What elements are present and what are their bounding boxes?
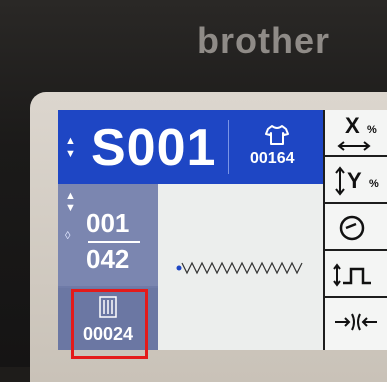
zigzag-stitch-icon — [176, 261, 303, 275]
width-label: X — [345, 113, 360, 138]
width-scale-icon — [337, 141, 371, 151]
brand-logo: brother — [197, 20, 330, 61]
fraction-line — [88, 241, 140, 243]
sequence-total: 042 — [86, 244, 130, 274]
sequence-current: 001 — [86, 208, 130, 238]
dial-icon — [339, 215, 365, 241]
highlight-box — [71, 289, 148, 359]
pattern-select-arrows-icon[interactable]: ▲ ▼ — [65, 135, 76, 161]
sequence-panel[interactable]: ▲ ▼ ◊ 001 042 — [58, 184, 158, 286]
pattern-header[interactable]: ▲ ▼ S001 00164 — [58, 110, 323, 184]
height-suffix: % — [369, 178, 379, 190]
center-align-button[interactable] — [323, 298, 387, 350]
pattern-code: S001 — [91, 119, 217, 177]
right-button-column: X % Y % — [323, 110, 387, 350]
center-align-icon — [335, 313, 377, 331]
foot-height-button[interactable]: H — [323, 251, 387, 298]
foot-height-icon — [333, 263, 371, 287]
shirt-count: 00164 — [250, 150, 295, 167]
dial-button[interactable] — [323, 204, 387, 251]
height-label: Y — [347, 168, 362, 193]
sequence-step-icon: ◊ — [65, 230, 71, 242]
sequence-arrows-icon[interactable]: ▲ ▼ — [65, 190, 76, 214]
stitch-preview — [158, 184, 323, 350]
shirt-icon — [265, 125, 289, 145]
width-suffix: % — [367, 124, 377, 136]
height-scale-icon — [335, 166, 345, 196]
width-button[interactable]: X % — [323, 110, 387, 157]
header-divider — [228, 120, 229, 174]
height-button[interactable]: Y % — [323, 157, 387, 204]
